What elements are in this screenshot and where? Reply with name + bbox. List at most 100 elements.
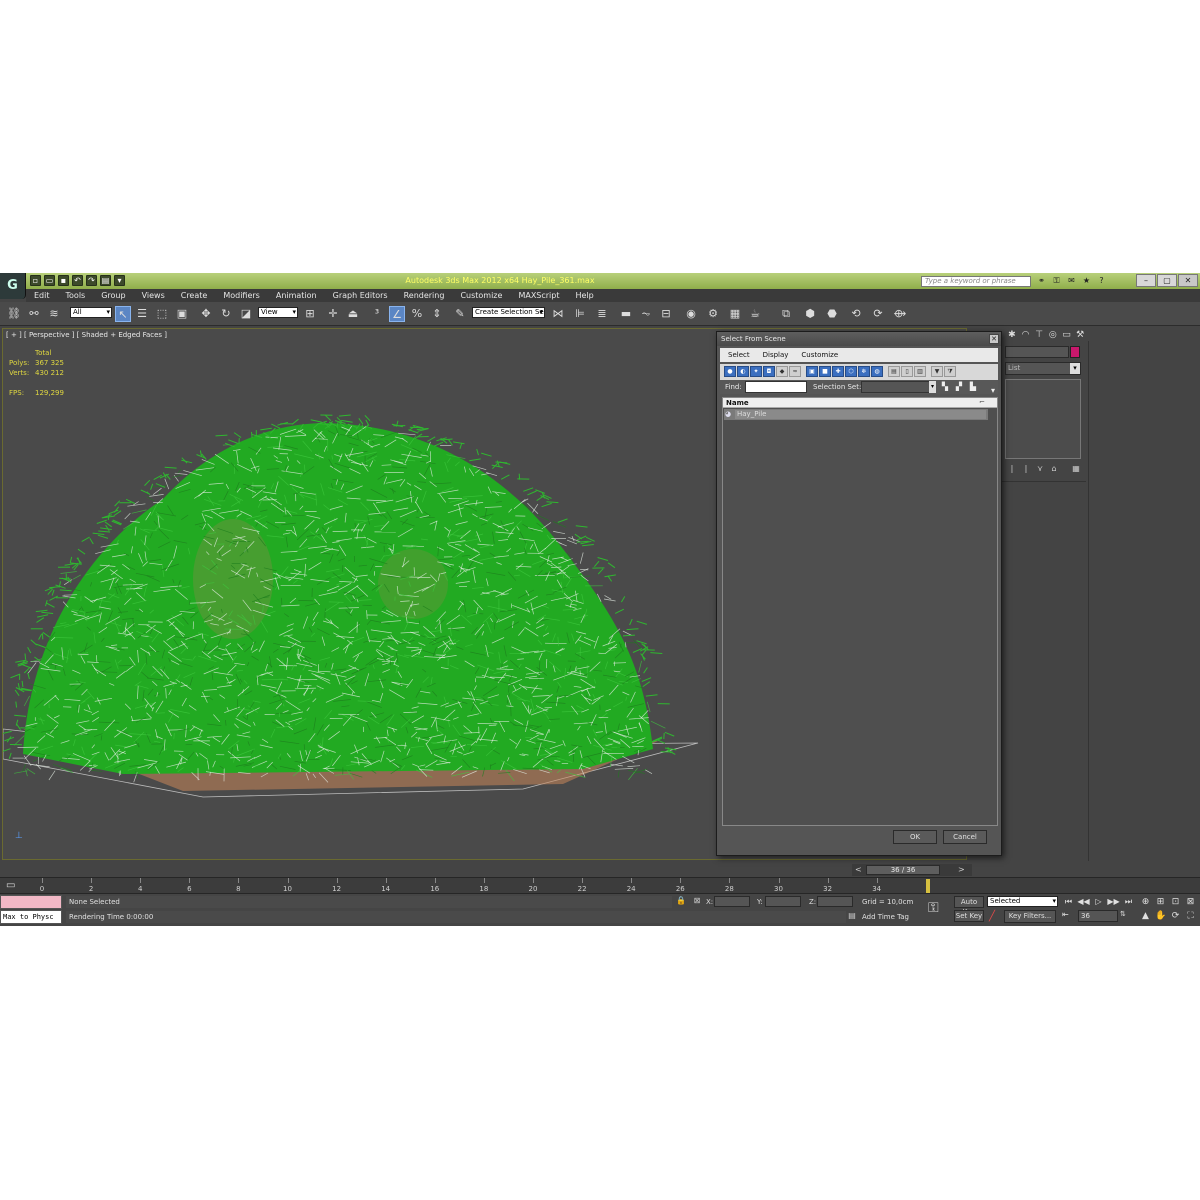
menu-graph-editors[interactable]: Graph Editors	[325, 289, 396, 302]
maximize-viewport-icon[interactable]: ⛶	[1185, 910, 1196, 922]
selection-set-edit-icon[interactable]: ▙	[968, 382, 978, 392]
track-bar[interactable]: ▭ 0 2 4 6 8 10 12 14 16 18 20 22 24 26 28 30 32 34	[0, 877, 1200, 893]
3ds-max-logo-icon[interactable]: G	[0, 273, 26, 299]
select-by-name-icon[interactable]: ☰	[134, 306, 150, 322]
menu-group[interactable]: Group	[93, 289, 133, 302]
find-input[interactable]	[745, 381, 807, 393]
filter-options-icon[interactable]: ⧩	[944, 366, 956, 377]
remove-modifier-icon[interactable]: ⌂	[1049, 464, 1059, 474]
material-editor-icon[interactable]: ◉	[683, 306, 699, 322]
angle-snap-icon[interactable]: ∠	[389, 306, 405, 322]
previous-frame-icon[interactable]: ◀◀	[1077, 896, 1090, 907]
unlink-icon[interactable]: ⚯	[26, 306, 42, 322]
display-all-icon[interactable]: ▤	[888, 366, 900, 377]
extra-tool-5-icon[interactable]: ⟳	[870, 306, 886, 322]
display-lights-icon[interactable]: ✦	[750, 366, 762, 377]
zoom-icon[interactable]: ⊕	[1140, 896, 1151, 908]
window-crossing-icon[interactable]: ▣	[174, 306, 190, 322]
select-object-icon[interactable]: ↖	[115, 306, 131, 322]
named-selection-dropdown[interactable]: Create Selection Se	[472, 307, 545, 318]
key-mode-dropdown[interactable]: Selected	[987, 896, 1058, 907]
cancel-button[interactable]: Cancel	[943, 830, 987, 844]
dialog-menu-display[interactable]: Display	[763, 348, 789, 362]
maxscript-listener-field[interactable]	[0, 895, 62, 909]
snaps-toggle-icon[interactable]: ³	[369, 306, 385, 322]
orbit-icon[interactable]: ⟳	[1170, 910, 1181, 922]
extra-tool-2-icon[interactable]: ⬢	[802, 306, 818, 322]
pin-stack-icon[interactable]: |	[1007, 464, 1017, 474]
display-helpers-icon[interactable]: ◆	[776, 366, 788, 377]
column-name-header[interactable]: Name	[726, 399, 749, 407]
menu-modifiers[interactable]: Modifiers	[215, 289, 268, 302]
field-of-view-icon[interactable]: ▲	[1140, 910, 1151, 922]
extra-tool-3-icon[interactable]: ⬣	[824, 306, 840, 322]
select-and-manipulate-icon[interactable]: ✛	[325, 306, 341, 322]
list-header[interactable]: Name ⌐	[723, 398, 997, 408]
modifier-list-dropdown[interactable]: List ▾	[1005, 362, 1081, 375]
filter-icon[interactable]: ▼	[931, 366, 943, 377]
maxscript-mini-listener[interactable]: Max to Physc	[0, 910, 62, 924]
z-coordinate-field[interactable]	[817, 896, 853, 907]
render-setup-icon[interactable]: ⚙	[705, 306, 721, 322]
display-shapes-icon[interactable]: ◐	[737, 366, 749, 377]
extra-tool-1-icon[interactable]: ⧉	[778, 306, 794, 322]
default-tangent-icon[interactable]: ╱	[989, 911, 1001, 923]
zoom-extents-all-icon[interactable]: ⊠	[1185, 896, 1196, 908]
scene-object-list[interactable]: Name ⌐ ◕ Hay_Pile	[722, 397, 998, 826]
go-to-start-icon[interactable]: ⏮	[1062, 896, 1075, 907]
menu-maxscript[interactable]: MAXScript	[510, 289, 567, 302]
display-none-icon[interactable]: ▯	[901, 366, 913, 377]
selection-set-add-icon[interactable]: ▚	[940, 382, 950, 392]
modifier-stack[interactable]	[1005, 379, 1081, 459]
reference-coordinate-dropdown[interactable]: View	[258, 307, 298, 318]
select-and-move-icon[interactable]: ✥	[198, 306, 214, 322]
add-time-tag[interactable]: Add Time Tag	[862, 913, 909, 921]
align-icon[interactable]: ⊫	[572, 306, 588, 322]
current-frame-field[interactable]: 36	[1078, 910, 1118, 922]
display-invert-icon[interactable]: ▥	[914, 366, 926, 377]
dialog-close-button[interactable]: ✕	[989, 334, 999, 344]
lock-selection-icon[interactable]: 🔒	[676, 896, 686, 906]
help-icon[interactable]: ?	[1096, 276, 1107, 286]
menu-views[interactable]: Views	[134, 289, 173, 302]
zoom-extents-icon[interactable]: ⊡	[1170, 896, 1181, 908]
time-slider-thumb[interactable]: 36 / 36	[866, 865, 940, 875]
slider-prev-icon[interactable]: <	[855, 865, 862, 874]
dialog-menu-customize[interactable]: Customize	[801, 348, 838, 362]
list-item[interactable]: ◕ Hay_Pile	[724, 409, 988, 420]
pan-view-icon[interactable]: ✋	[1155, 910, 1166, 922]
y-coordinate-field[interactable]	[765, 896, 801, 907]
display-cameras-icon[interactable]: ◘	[763, 366, 775, 377]
display-bones-icon[interactable]: ✚	[832, 366, 844, 377]
display-geometry-icon[interactable]: ●	[724, 366, 736, 377]
sort-icon[interactable]: ⌐	[979, 398, 985, 406]
set-key-button[interactable]: Set Key	[954, 910, 984, 922]
display-containers-icon[interactable]: ⬡	[845, 366, 857, 377]
current-frame-marker[interactable]	[926, 879, 930, 893]
schematic-view-icon[interactable]: ⊟	[658, 306, 674, 322]
bind-to-space-warp-icon[interactable]: ≋	[46, 306, 62, 322]
time-slider[interactable]: < 36 / 36 >	[852, 864, 972, 876]
keyboard-shortcut-override-icon[interactable]: ⏏	[345, 306, 361, 322]
modify-tab-icon[interactable]: ◠	[1020, 328, 1032, 342]
mirror-icon[interactable]: ⋈	[550, 306, 566, 322]
extra-tool-4-icon[interactable]: ⟲	[848, 306, 864, 322]
key-filters-button[interactable]: Key Filters...	[1004, 910, 1056, 923]
rendered-frame-window-icon[interactable]: ▦	[727, 306, 743, 322]
render-production-icon[interactable]: ☕	[747, 306, 763, 322]
display-xrefs-icon[interactable]: ■	[819, 366, 831, 377]
hierarchy-tab-icon[interactable]: ⊤	[1033, 328, 1045, 342]
time-config-icon[interactable]: ⇅	[1120, 910, 1126, 918]
x-coordinate-field[interactable]	[714, 896, 750, 907]
menu-rendering[interactable]: Rendering	[396, 289, 453, 302]
object-color-swatch[interactable]	[1070, 346, 1080, 358]
select-and-link-icon[interactable]: ⛓	[6, 306, 22, 322]
binoculars-icon[interactable]: ⚭	[1036, 276, 1047, 286]
selection-set-dropdown[interactable]	[861, 381, 934, 393]
menu-help[interactable]: Help	[568, 289, 602, 302]
utilities-tab-icon[interactable]: ⚒	[1074, 328, 1086, 342]
go-to-end-icon[interactable]: ⏭	[1122, 896, 1135, 907]
menu-customize[interactable]: Customize	[452, 289, 510, 302]
communication-icon[interactable]: ✉	[1066, 276, 1077, 286]
menu-edit[interactable]: Edit	[26, 289, 58, 302]
